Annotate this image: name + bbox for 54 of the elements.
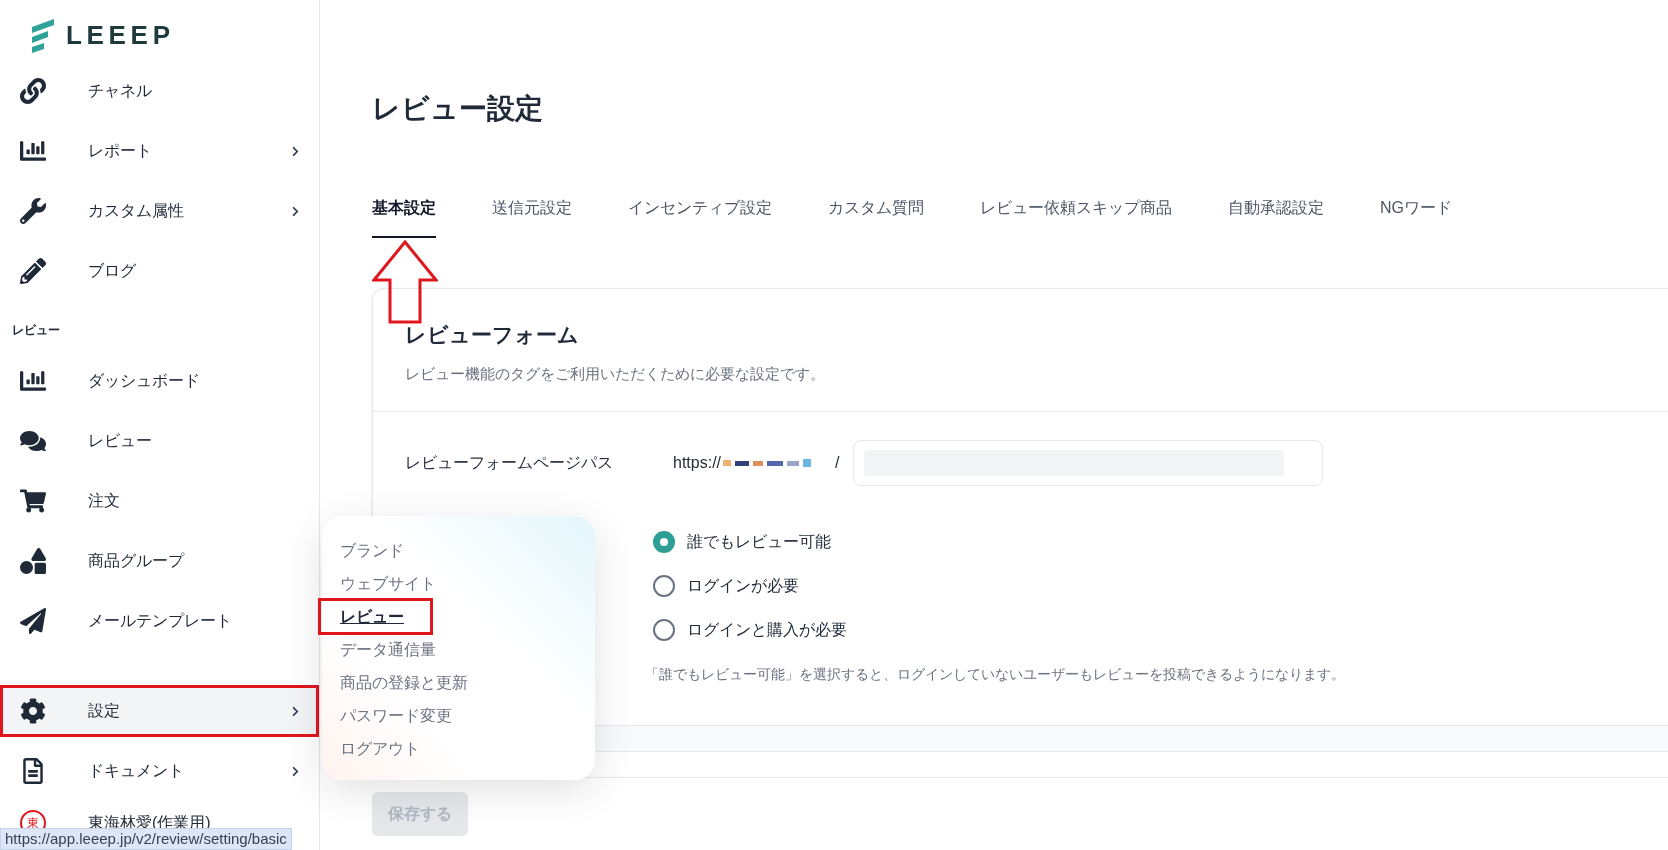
radio-button[interactable] [653, 619, 675, 641]
tab[interactable]: レビュー依頼スキップ商品 [980, 196, 1172, 238]
menu-item[interactable]: ログアウト [340, 736, 420, 761]
bar-chart-icon [20, 138, 46, 164]
tab[interactable]: 基本設定 [372, 196, 436, 238]
sidebar-item[interactable]: メールテンプレート [0, 595, 319, 647]
tab[interactable]: NGワード [1380, 196, 1452, 238]
page-title: レビュー設定 [372, 92, 544, 126]
menu-item[interactable]: ブランド [340, 538, 404, 563]
bar-chart-icon [20, 368, 46, 394]
tab[interactable]: カスタム質問 [828, 196, 924, 238]
cart-icon [20, 488, 46, 514]
sidebar-item[interactable]: レポート [0, 125, 319, 177]
settings-icon [20, 698, 46, 724]
logo-text: LEEEP [66, 19, 175, 52]
wrench-icon [20, 198, 46, 224]
tab[interactable]: 自動承認設定 [1228, 196, 1324, 238]
document-icon [20, 758, 46, 784]
radio-button[interactable] [653, 575, 675, 597]
link-icon [20, 78, 46, 104]
sidebar-item[interactable]: 商品グループ [0, 535, 319, 587]
sidebar-item[interactable]: ブログ [0, 245, 319, 297]
radio-option[interactable]: 誰でもレビュー可能 [653, 530, 1655, 554]
radio-option[interactable]: ログインと購入が必要 [653, 618, 1655, 642]
sidebar-item[interactable]: 設定 [0, 685, 319, 737]
help-text: 「誰でもレビュー可能」を選択すると、ログインしていないユーザーもレビューを投稿できるようになります。 [645, 665, 1346, 684]
path-separator: / [835, 453, 840, 473]
field-label: レビューフォームページパス [405, 453, 614, 473]
menu-item[interactable]: ウェブサイト [340, 571, 436, 596]
shapes-icon [20, 548, 46, 574]
sidebar-item[interactable]: レビュー [0, 415, 319, 467]
menu-item[interactable]: レビュー [340, 608, 404, 625]
url-tooltip: https://app.leeep.jp/v2/review/setting/basic [0, 828, 292, 850]
menu-item[interactable]: データ通信量 [340, 637, 436, 662]
sidebar-item[interactable]: チャネル [0, 65, 319, 117]
pencil-icon [20, 258, 46, 284]
menu-item[interactable]: 商品の登録と更新 [340, 670, 468, 695]
sidebar-item[interactable]: ドキュメント [0, 745, 319, 797]
speech-bubbles-icon [20, 428, 46, 454]
tab[interactable]: インセンティブ設定 [628, 196, 772, 238]
tab[interactable]: 送信元設定 [492, 196, 572, 238]
url-prefix: https:// [673, 453, 722, 473]
radio-button[interactable] [653, 531, 675, 553]
menu-item[interactable]: パスワード変更 [340, 703, 452, 728]
logo-icon [30, 18, 56, 53]
sidebar-item[interactable]: ダッシュボード [0, 355, 319, 407]
paper-plane-icon [20, 608, 46, 634]
sidebar-section-label: レビュー [11, 322, 61, 339]
radio-option[interactable]: ログインが必要 [653, 574, 1655, 598]
sidebar-item[interactable]: カスタム属性 [0, 185, 319, 237]
card-description: レビュー機能のタグをご利用いただくために必要な設定です。 [405, 363, 826, 384]
path-input-field[interactable] [853, 440, 1324, 486]
card-title: レビューフォーム [405, 322, 580, 348]
sidebar-item[interactable]: 注文 [0, 475, 319, 527]
